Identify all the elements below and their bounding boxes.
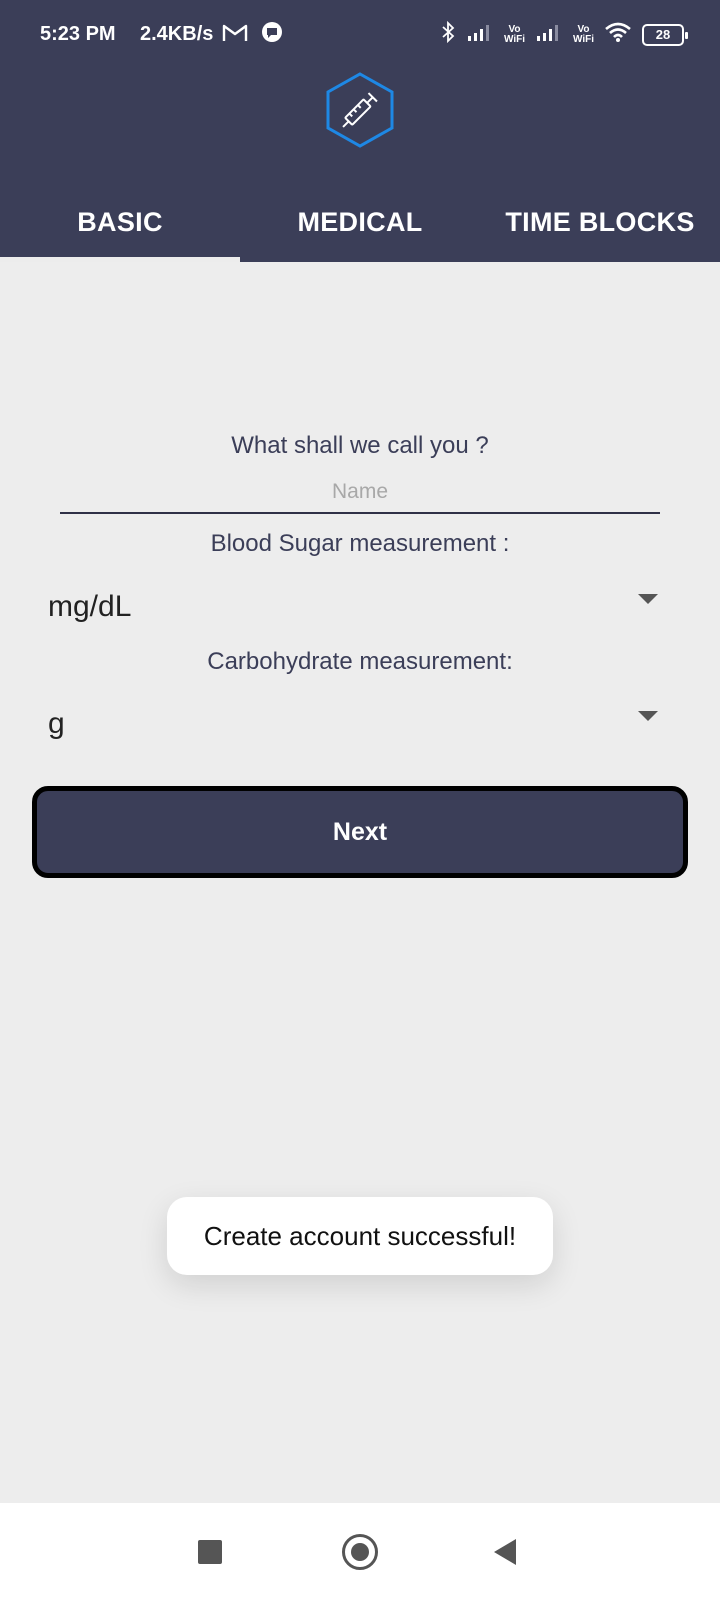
- wifi-icon: [604, 21, 632, 48]
- network-speed: 2.4KB/s: [140, 23, 214, 45]
- tab-medical[interactable]: MEDICAL: [240, 182, 480, 262]
- toast-message: Create account successful!: [167, 1197, 553, 1275]
- home-icon[interactable]: [342, 1534, 378, 1570]
- status-time: 5:23 PM: [40, 23, 116, 45]
- carb-label: Carbohydrate measurement:: [207, 648, 513, 675]
- bluetooth-icon: [440, 20, 456, 49]
- vowifi-indicator: Vo WiFi: [503, 23, 525, 45]
- vowifi-indicator-2: Vo WiFi: [572, 23, 594, 45]
- carb-value: g: [48, 707, 65, 740]
- name-input[interactable]: [60, 472, 660, 514]
- gmail-icon: [222, 22, 248, 49]
- signal-icon-2: [535, 22, 563, 47]
- status-icons: Vo WiFi Vo WiFi 28: [440, 20, 688, 49]
- vowifi-bottom: WiFi: [503, 33, 525, 45]
- tab-time-blocks[interactable]: TIME BLOCKS: [480, 182, 720, 262]
- signal-icon: [466, 22, 494, 47]
- battery-icon: 28: [642, 23, 688, 46]
- blood-sugar-label: Blood Sugar measurement :: [210, 530, 510, 557]
- app-header: 5:23 PM 2.4KB/s Vo WiFi Vo WiFi 28 BASIC…: [0, 0, 720, 262]
- tab-bar: BASIC MEDICAL TIME BLOCKS: [0, 182, 720, 262]
- dropdown-arrow-icon: [638, 594, 658, 604]
- next-button[interactable]: Next: [32, 786, 688, 878]
- system-nav-bar: [0, 1503, 720, 1600]
- name-prompt: What shall we call you ?: [231, 432, 489, 459]
- vowifi-bottom-2: WiFi: [572, 33, 594, 45]
- status-bar: 5:23 PM 2.4KB/s Vo WiFi Vo WiFi 28: [0, 0, 720, 70]
- vowifi-top: Vo: [508, 23, 521, 35]
- blood-sugar-value: mg/dL: [48, 590, 132, 623]
- tab-basic[interactable]: BASIC: [0, 182, 240, 262]
- dropdown-arrow-icon: [638, 711, 658, 721]
- vowifi-top-2: Vo: [577, 23, 590, 35]
- syringe-logo-icon: [320, 70, 400, 150]
- recent-apps-icon[interactable]: [198, 1540, 222, 1564]
- message-app-icon: [260, 20, 284, 49]
- back-icon[interactable]: [494, 1539, 516, 1565]
- carb-select[interactable]: g: [48, 699, 658, 749]
- blood-sugar-select[interactable]: mg/dL: [48, 582, 658, 632]
